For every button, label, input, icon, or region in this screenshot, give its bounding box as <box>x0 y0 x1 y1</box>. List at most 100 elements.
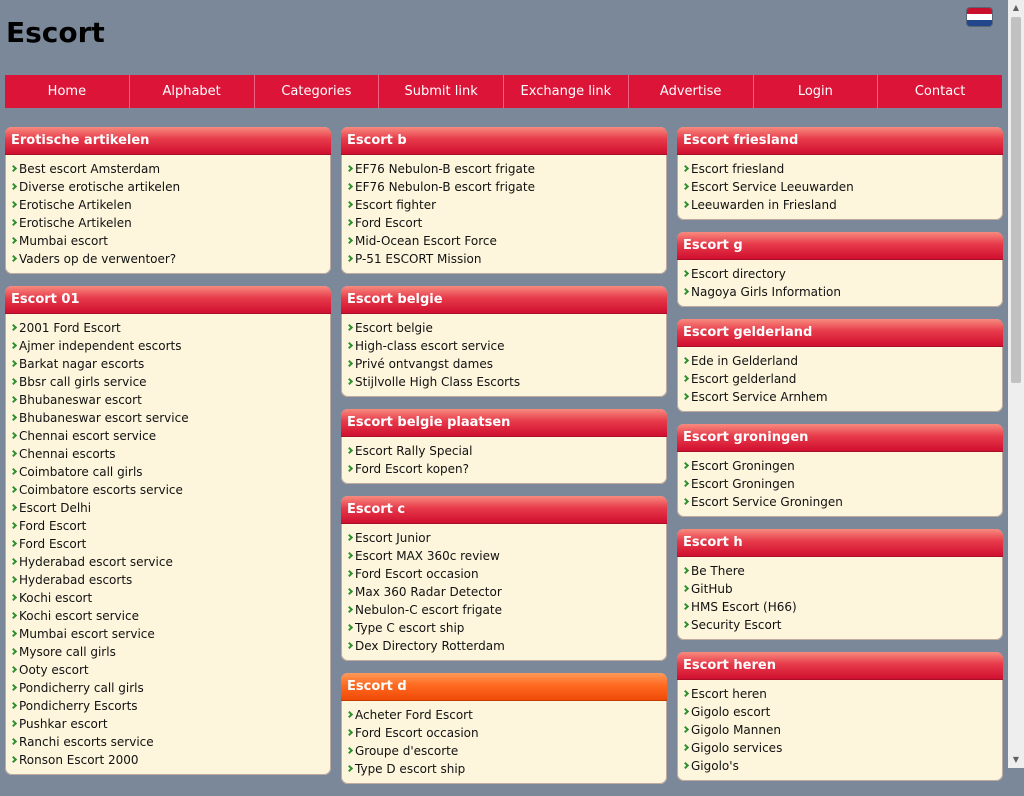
category-link[interactable]: Escort fighter <box>347 196 661 214</box>
category-title[interactable]: Erotische artikelen <box>5 127 331 155</box>
category-title[interactable]: Escort groningen <box>677 424 1003 452</box>
category-title[interactable]: Escort d <box>341 673 667 701</box>
category-link[interactable]: Mumbai escort <box>11 232 325 250</box>
category-link[interactable]: Gigolo Mannen <box>683 721 997 739</box>
scrollbar-thumb[interactable] <box>1011 17 1021 383</box>
category-link[interactable]: Pondicherry call girls <box>11 679 325 697</box>
category-link[interactable]: P-51 ESCORT Mission <box>347 250 661 268</box>
category-link[interactable]: Groupe d'escorte <box>347 742 661 760</box>
nav-login[interactable]: Login <box>754 75 879 108</box>
nav-alphabet[interactable]: Alphabet <box>130 75 255 108</box>
category-link[interactable]: Type D escort ship <box>347 760 661 778</box>
category-link[interactable]: Bhubaneswar escort service <box>11 409 325 427</box>
category-link[interactable]: Security Escort <box>683 616 997 634</box>
category-title[interactable]: Escort 01 <box>5 286 331 314</box>
category-title[interactable]: Escort b <box>341 127 667 155</box>
category-link[interactable]: Coimbatore escorts service <box>11 481 325 499</box>
category-link[interactable]: High-class escort service <box>347 337 661 355</box>
category-link[interactable]: Hyderabad escorts <box>11 571 325 589</box>
category-title[interactable]: Escort c <box>341 496 667 524</box>
vertical-scrollbar[interactable]: ▲ ▼ <box>1008 0 1024 768</box>
nav-exchange-link[interactable]: Exchange link <box>504 75 629 108</box>
category-link[interactable]: Bhubaneswar escort <box>11 391 325 409</box>
category-link[interactable]: Kochi escort <box>11 589 325 607</box>
category-link[interactable]: Escort Groningen <box>683 475 997 493</box>
category-link[interactable]: Privé ontvangst dames <box>347 355 661 373</box>
category-link[interactable]: Escort Delhi <box>11 499 325 517</box>
category-link[interactable]: Escort gelderland <box>683 370 997 388</box>
category-link[interactable]: Escort Service Leeuwarden <box>683 178 997 196</box>
category-link[interactable]: HMS Escort (H66) <box>683 598 997 616</box>
category-link[interactable]: Be There <box>683 562 997 580</box>
category-link[interactable]: Ede in Gelderland <box>683 352 997 370</box>
category-link[interactable]: 2001 Ford Escort <box>11 319 325 337</box>
nav-home[interactable]: Home <box>5 75 130 108</box>
category-link[interactable]: GitHub <box>683 580 997 598</box>
category-link[interactable]: Nagoya Girls Information <box>683 283 997 301</box>
category-link[interactable]: Gigolo escort <box>683 703 997 721</box>
category-link[interactable]: Pondicherry Escorts <box>11 697 325 715</box>
category-link[interactable]: Chennai escort service <box>11 427 325 445</box>
category-title[interactable]: Escort belgie plaatsen <box>341 409 667 437</box>
category-link[interactable]: Kochi escort service <box>11 607 325 625</box>
category-link[interactable]: EF76 Nebulon-B escort frigate <box>347 178 661 196</box>
category-link[interactable]: Mumbai escort service <box>11 625 325 643</box>
category-link[interactable]: Ranchi escorts service <box>11 733 325 751</box>
category-link[interactable]: Type C escort ship <box>347 619 661 637</box>
category-link[interactable]: Pushkar escort <box>11 715 325 733</box>
category-link[interactable]: Acheter Ford Escort <box>347 706 661 724</box>
scroll-down-arrow-icon[interactable]: ▼ <box>1008 752 1024 768</box>
category-title[interactable]: Escort belgie <box>341 286 667 314</box>
category-link[interactable]: Hyderabad escort service <box>11 553 325 571</box>
category-link[interactable]: Erotische Artikelen <box>11 214 325 232</box>
category-link[interactable]: Escort Service Groningen <box>683 493 997 511</box>
netherlands-flag-icon[interactable] <box>967 8 992 26</box>
scroll-up-arrow-icon[interactable]: ▲ <box>1008 0 1024 16</box>
category-link[interactable]: Escort MAX 360c review <box>347 547 661 565</box>
category-link[interactable]: Mysore call girls <box>11 643 325 661</box>
category-link[interactable]: Stijlvolle High Class Escorts <box>347 373 661 391</box>
category-link[interactable]: Bbsr call girls service <box>11 373 325 391</box>
category-title[interactable]: Escort gelderland <box>677 319 1003 347</box>
nav-submit-link[interactable]: Submit link <box>379 75 504 108</box>
category-link[interactable]: Ooty escort <box>11 661 325 679</box>
category-link[interactable]: Barkat nagar escorts <box>11 355 325 373</box>
category-link[interactable]: Erotische Artikelen <box>11 196 325 214</box>
category-link[interactable]: Dex Directory Rotterdam <box>347 637 661 655</box>
category-link[interactable]: Ford Escort kopen? <box>347 460 661 478</box>
category-link[interactable]: Escort Junior <box>347 529 661 547</box>
category-link[interactable]: Gigolo's <box>683 757 997 775</box>
category-link[interactable]: Diverse erotische artikelen <box>11 178 325 196</box>
category-link[interactable]: Coimbatore call girls <box>11 463 325 481</box>
category-link[interactable]: Escort Groningen <box>683 457 997 475</box>
category-title[interactable]: Escort friesland <box>677 127 1003 155</box>
category-link[interactable]: Escort Rally Special <box>347 442 661 460</box>
category-link[interactable]: Max 360 Radar Detector <box>347 583 661 601</box>
nav-categories[interactable]: Categories <box>255 75 380 108</box>
category-link[interactable]: Ford Escort occasion <box>347 724 661 742</box>
category-link[interactable]: Nebulon-C escort frigate <box>347 601 661 619</box>
category-title[interactable]: Escort g <box>677 232 1003 260</box>
category-link[interactable]: Ronson Escort 2000 <box>11 751 325 769</box>
category-link[interactable]: Escort Service Arnhem <box>683 388 997 406</box>
category-link[interactable]: Ford Escort <box>11 535 325 553</box>
category-title[interactable]: Escort h <box>677 529 1003 557</box>
category-link[interactable]: Ajmer independent escorts <box>11 337 325 355</box>
nav-contact[interactable]: Contact <box>878 75 1002 108</box>
nav-advertise[interactable]: Advertise <box>629 75 754 108</box>
category-link[interactable]: Escort directory <box>683 265 997 283</box>
category-link[interactable]: Ford Escort <box>347 214 661 232</box>
category-link[interactable]: Escort belgie <box>347 319 661 337</box>
category-link[interactable]: EF76 Nebulon-B escort frigate <box>347 160 661 178</box>
category-link[interactable]: Escort heren <box>683 685 997 703</box>
category-link[interactable]: Ford Escort occasion <box>347 565 661 583</box>
category-link[interactable]: Vaders op de verwentoer? <box>11 250 325 268</box>
category-link[interactable]: Chennai escorts <box>11 445 325 463</box>
category-link[interactable]: Gigolo services <box>683 739 997 757</box>
category-link[interactable]: Best escort Amsterdam <box>11 160 325 178</box>
category-title[interactable]: Escort heren <box>677 652 1003 680</box>
category-link[interactable]: Ford Escort <box>11 517 325 535</box>
category-link[interactable]: Leeuwarden in Friesland <box>683 196 997 214</box>
category-link[interactable]: Escort friesland <box>683 160 997 178</box>
category-link[interactable]: Mid-Ocean Escort Force <box>347 232 661 250</box>
